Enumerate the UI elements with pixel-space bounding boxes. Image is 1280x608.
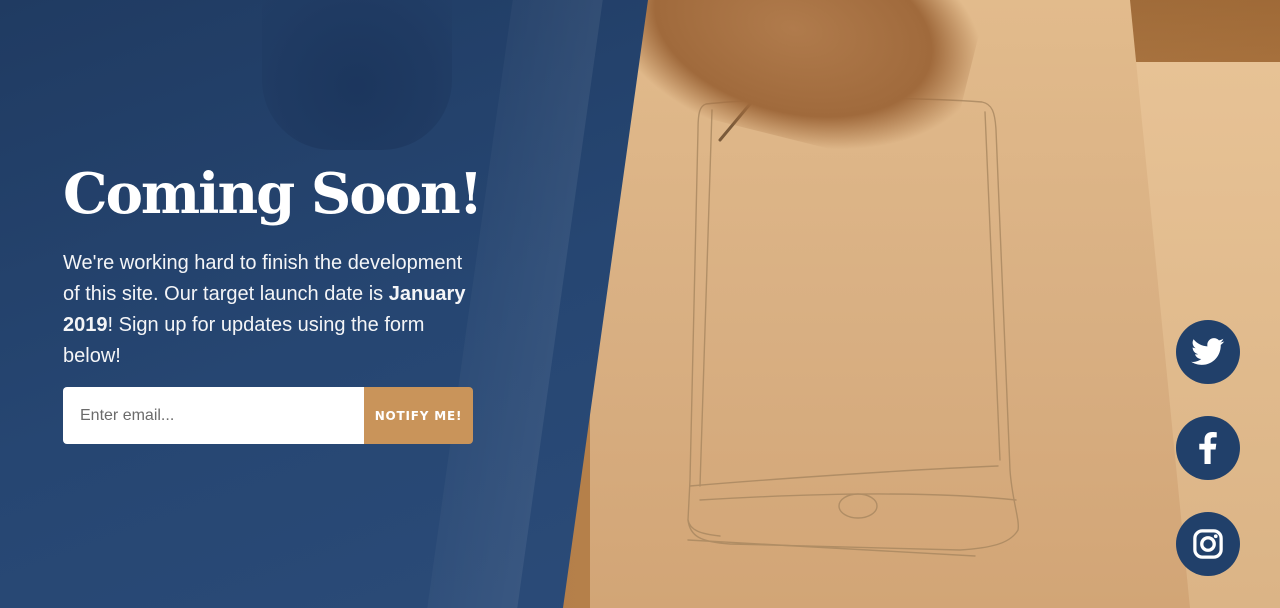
twitter-icon — [1191, 338, 1225, 365]
instagram-link[interactable] — [1176, 512, 1240, 576]
lead-text: We're working hard to finish the develop… — [63, 248, 483, 372]
email-input[interactable] — [63, 387, 364, 444]
page-title: Coming Soon! — [63, 161, 483, 227]
instagram-icon — [1193, 529, 1223, 559]
facebook-link[interactable] — [1176, 416, 1240, 480]
notify-me-button[interactable]: NOTIFY ME! — [364, 387, 473, 444]
facebook-icon — [1199, 432, 1217, 464]
twitter-link[interactable] — [1176, 320, 1240, 384]
lead-text-part2: ! Sign up for updates using the form bel… — [63, 314, 425, 367]
social-icons — [1176, 320, 1240, 576]
signup-form: NOTIFY ME! — [63, 387, 473, 444]
masthead-content: Coming Soon! We're working hard to finis… — [63, 154, 483, 372]
background-glass — [262, 0, 452, 150]
